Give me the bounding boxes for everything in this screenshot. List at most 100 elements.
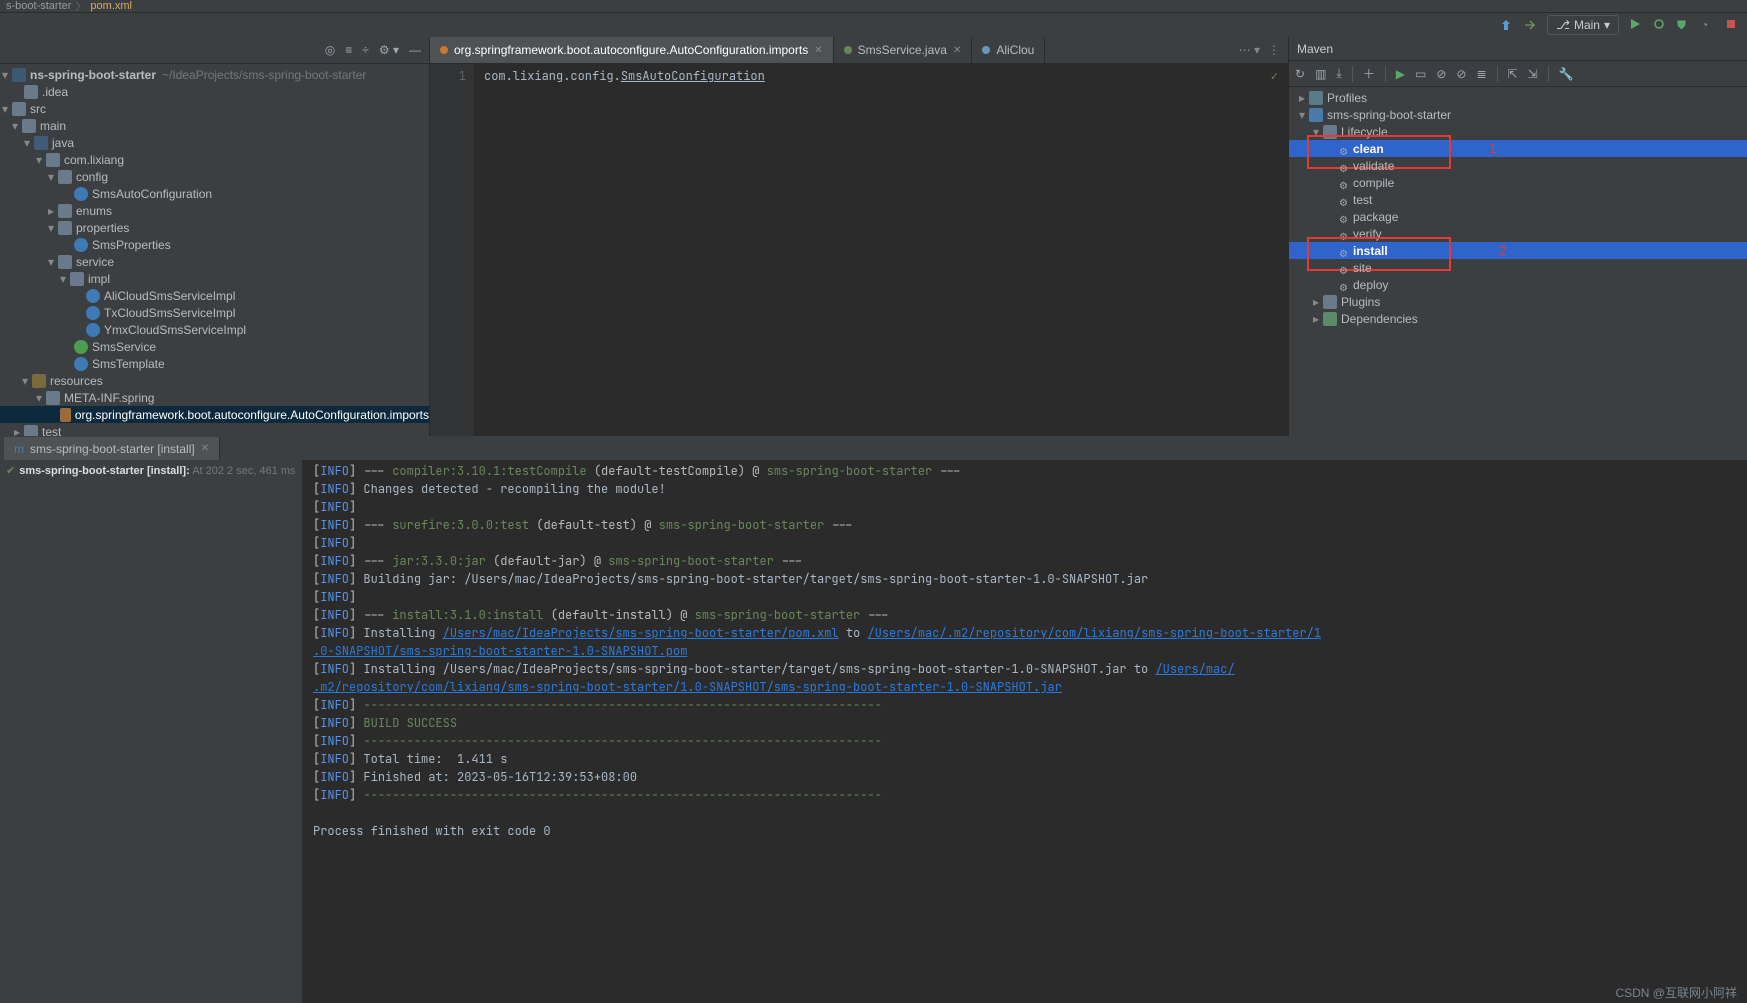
tree-item-idea[interactable]: .idea — [0, 83, 429, 100]
file-icon — [982, 46, 990, 54]
download-icon[interactable]: ⤓ — [1336, 66, 1341, 81]
maven-lifecycle[interactable]: ▾Lifecycle — [1289, 123, 1747, 140]
chevron-down-icon: ▾ — [1604, 18, 1610, 32]
gear-icon — [1339, 178, 1349, 188]
tree-item-smstemplate[interactable]: SmsTemplate — [0, 355, 429, 372]
editor-tab-smsservice[interactable]: SmsService.java ✕ — [834, 37, 973, 63]
tab-label: org.springframework.boot.autoconfigure.A… — [454, 43, 808, 57]
profiler-icon[interactable]: ◔ — [1701, 18, 1715, 32]
breadcrumb-sep: 〉 — [75, 0, 86, 14]
coverage-icon[interactable]: ⛊ — [1677, 18, 1691, 32]
run-tabs: m sms-spring-boot-starter [install] ✕ — [0, 437, 1747, 460]
maven-goal-verify[interactable]: verify — [1289, 225, 1747, 242]
gear-icon — [1339, 246, 1349, 256]
maven-goal-site[interactable]: site — [1289, 259, 1747, 276]
tree-item-package[interactable]: ▾com.lixiang — [0, 151, 429, 168]
maven-goal-clean[interactable]: clean1 — [1289, 140, 1747, 157]
vcs-update-icon[interactable] — [1499, 18, 1513, 32]
vcs-commit-icon[interactable] — [1523, 18, 1537, 32]
toggle-offline-icon[interactable]: ⊘ — [1436, 67, 1446, 81]
tree-item-src[interactable]: ▾src — [0, 100, 429, 117]
maven-icon: m — [14, 442, 24, 456]
watermark: CSDN @互联网小阿祥 — [1615, 984, 1737, 1001]
tree-item-smsproperties[interactable]: SmsProperties — [0, 236, 429, 253]
tree-item-java[interactable]: ▾java — [0, 134, 429, 151]
tree-item-ali[interactable]: AliCloudSmsServiceImpl — [0, 287, 429, 304]
maven-goal-install[interactable]: install2 — [1289, 242, 1747, 259]
stop-icon[interactable] — [1725, 18, 1739, 32]
run-tree[interactable]: ✔ sms-spring-boot-starter [install]: At 2… — [0, 460, 303, 1003]
project-toolbar: ◎ ≡ ÷ ⚙ ▾ — — [0, 37, 429, 64]
settings-icon[interactable]: ⚙ ▾ — [379, 43, 399, 57]
maven-settings-icon[interactable]: 🔧 — [1559, 67, 1574, 81]
root-path: ~/IdeaProjects/sms-spring-boot-starter — [162, 68, 366, 82]
hide-icon[interactable]: — — [409, 43, 421, 57]
debug-icon[interactable] — [1653, 18, 1667, 32]
git-branch-selector[interactable]: ⎇ Main ▾ — [1547, 15, 1619, 35]
run-tool-window: m sms-spring-boot-starter [install] ✕ ✔ s… — [0, 436, 1747, 1003]
tree-item-smsservice[interactable]: SmsService — [0, 338, 429, 355]
maven-plugins[interactable]: ▸Plugins — [1289, 293, 1747, 310]
maven-tree[interactable]: ▸Profiles ▾sms-spring-boot-starter ▾Life… — [1289, 87, 1747, 327]
more-tabs-icon[interactable]: ⋯ ▾ — [1239, 43, 1260, 57]
gear-icon — [1339, 161, 1349, 171]
locate-icon[interactable]: ◎ — [325, 43, 335, 57]
close-icon[interactable]: ✕ — [814, 45, 822, 56]
collapse-icon[interactable]: ⇱ — [1508, 67, 1518, 81]
generate-icon[interactable]: ▥ — [1315, 67, 1326, 81]
maven-goal-validate[interactable]: validate — [1289, 157, 1747, 174]
tree-item-tx[interactable]: TxCloudSmsServiceImpl — [0, 304, 429, 321]
expand-icon[interactable]: ⇲ — [1528, 67, 1538, 81]
maven-goal-test[interactable]: test — [1289, 191, 1747, 208]
add-icon[interactable]: ＋ — [1363, 65, 1375, 82]
breadcrumb-project[interactable]: s-boot-starter — [6, 0, 71, 12]
maven-goal-compile[interactable]: compile — [1289, 174, 1747, 191]
inspection-ok-icon[interactable]: ✓ — [1271, 68, 1278, 85]
editor-tab-alicloud[interactable]: AliClou — [972, 37, 1045, 63]
tab-menu-icon[interactable]: ⋮ — [1268, 43, 1280, 57]
project-root[interactable]: ▾ns-spring-boot-starter~/IdeaProjects/sm… — [0, 66, 429, 83]
run-maven-icon[interactable]: ▶ — [1396, 67, 1405, 81]
maven-dependencies[interactable]: ▸Dependencies — [1289, 310, 1747, 327]
maven-root[interactable]: ▾sms-spring-boot-starter — [1289, 106, 1747, 123]
tree-item-main[interactable]: ▾main — [0, 117, 429, 134]
tree-item-impl[interactable]: ▾impl — [0, 270, 429, 287]
run-icon[interactable] — [1629, 18, 1643, 32]
run-config-label: sms-spring-boot-starter [install]: — [19, 465, 190, 477]
run-tab-install[interactable]: m sms-spring-boot-starter [install] ✕ — [4, 437, 220, 460]
maven-profiles[interactable]: ▸Profiles — [1289, 89, 1747, 106]
check-icon: ✔ — [6, 465, 15, 477]
tree-item-properties[interactable]: ▾properties — [0, 219, 429, 236]
tree-item-config[interactable]: ▾config — [0, 168, 429, 185]
run-meta: At 202 2 sec, 461 ms — [192, 465, 295, 477]
editor-tab-imports[interactable]: org.springframework.boot.autoconfigure.A… — [430, 37, 834, 63]
maven-goal-deploy[interactable]: deploy — [1289, 276, 1747, 293]
expand-all-icon[interactable]: ≡ — [345, 43, 352, 57]
annotation-1: 1 — [1489, 140, 1497, 156]
tree-item-smsautoconfig[interactable]: SmsAutoConfiguration — [0, 185, 429, 202]
skip-tests-icon[interactable]: ⊘ — [1456, 67, 1466, 81]
tab-label: AliClou — [996, 43, 1034, 57]
tree-item-ymx[interactable]: YmxCloudSmsServiceImpl — [0, 321, 429, 338]
reload-icon[interactable]: ↻ — [1295, 67, 1305, 81]
run-tab-label: sms-spring-boot-starter [install] — [30, 442, 195, 456]
breadcrumb-file[interactable]: pom.xml — [90, 0, 132, 12]
execute-icon[interactable]: ▭ — [1415, 67, 1426, 81]
project-tree[interactable]: ▾ns-spring-boot-starter~/IdeaProjects/sm… — [0, 64, 429, 476]
console-output[interactable]: [INFO] --- compiler:3.10.1:testCompile (… — [303, 460, 1747, 1003]
line-number: 1 — [430, 68, 466, 85]
tree-item-resources[interactable]: ▾resources — [0, 372, 429, 389]
show-deps-icon[interactable]: ≣ — [1476, 67, 1486, 81]
collapse-all-icon[interactable]: ÷ — [362, 43, 369, 57]
gear-icon — [1339, 144, 1349, 154]
close-icon[interactable]: ✕ — [953, 45, 961, 56]
tree-item-imports[interactable]: org.springframework.boot.autoconfigure.A… — [0, 406, 429, 423]
tree-item-service[interactable]: ▾service — [0, 253, 429, 270]
annotation-2: 2 — [1499, 242, 1507, 258]
maven-goal-package[interactable]: package — [1289, 208, 1747, 225]
root-label: ns-spring-boot-starter — [30, 68, 156, 82]
tree-item-enums[interactable]: ▸enums — [0, 202, 429, 219]
gear-icon — [1339, 195, 1349, 205]
close-icon[interactable]: ✕ — [201, 443, 209, 454]
tree-item-metainf[interactable]: ▾META-INF.spring — [0, 389, 429, 406]
